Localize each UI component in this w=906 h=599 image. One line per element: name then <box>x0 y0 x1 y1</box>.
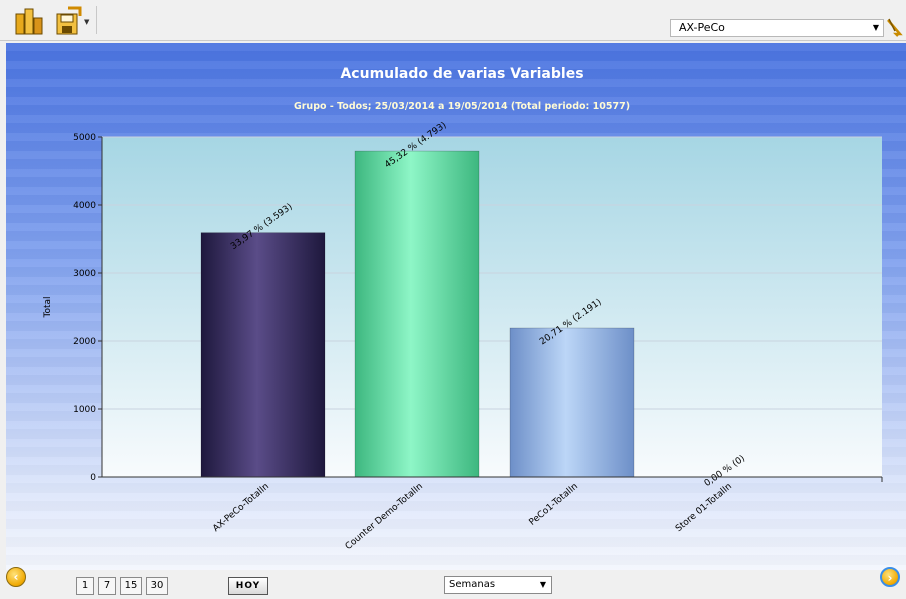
bar-chart-icon[interactable] <box>14 6 44 36</box>
x-tick-label: Store 01-TotalIn <box>674 482 734 535</box>
y-tick-label: 1000 <box>73 405 96 415</box>
x-tick-label: PeCo1-TotalIn <box>528 482 580 528</box>
range-button-1[interactable]: 1 <box>76 577 94 595</box>
chart-subtitle: Grupo - Todos; 25/03/2014 a 19/05/2014 (… <box>294 101 630 112</box>
y-axis-label: Total <box>43 296 53 318</box>
range-button-30[interactable]: 30 <box>146 577 168 595</box>
y-tick-label: 4000 <box>73 201 96 211</box>
arrow-right-icon[interactable]: › <box>880 567 900 587</box>
bar-chart: Acumulado de varias Variables Grupo - To… <box>43 66 883 552</box>
y-tick-label: 2000 <box>73 337 96 347</box>
x-tick-label: AX-PeCo-TotalIn <box>211 482 271 534</box>
sensor-select[interactable]: AX-PeCo ▼ <box>670 19 884 37</box>
chevron-down-icon[interactable]: ▼ <box>84 18 89 26</box>
arrow-left-icon[interactable]: ‹ <box>6 567 26 587</box>
y-tick-label: 3000 <box>73 269 96 279</box>
period-select-value: Semanas <box>449 579 496 590</box>
bar <box>200 232 326 478</box>
period-select[interactable]: Semanas ▼ <box>444 576 552 594</box>
bar <box>354 150 480 478</box>
toolbar-divider <box>96 6 97 34</box>
sensor-select-value: AX-PeCo <box>679 21 725 34</box>
range-button-7[interactable]: 7 <box>98 577 116 595</box>
chevron-down-icon[interactable]: ▼ <box>873 20 879 36</box>
chevron-down-icon[interactable]: ▼ <box>540 577 546 593</box>
save-options-icon[interactable] <box>54 6 84 36</box>
picker-icon[interactable] <box>886 17 904 37</box>
chart-panel: Acumulado de varias Variables Grupo - To… <box>6 43 906 570</box>
toolbar: ▼ AX-PeCo ▼ <box>0 0 906 41</box>
y-tick-label: 0 <box>90 473 96 483</box>
today-button[interactable]: HOY <box>228 577 268 595</box>
chart-title: Acumulado de varias Variables <box>340 66 583 82</box>
range-button-15[interactable]: 15 <box>120 577 142 595</box>
y-tick-label: 5000 <box>73 133 96 143</box>
x-tick-label: Counter Demo-TotalIn <box>344 482 425 552</box>
bar <box>509 327 635 478</box>
